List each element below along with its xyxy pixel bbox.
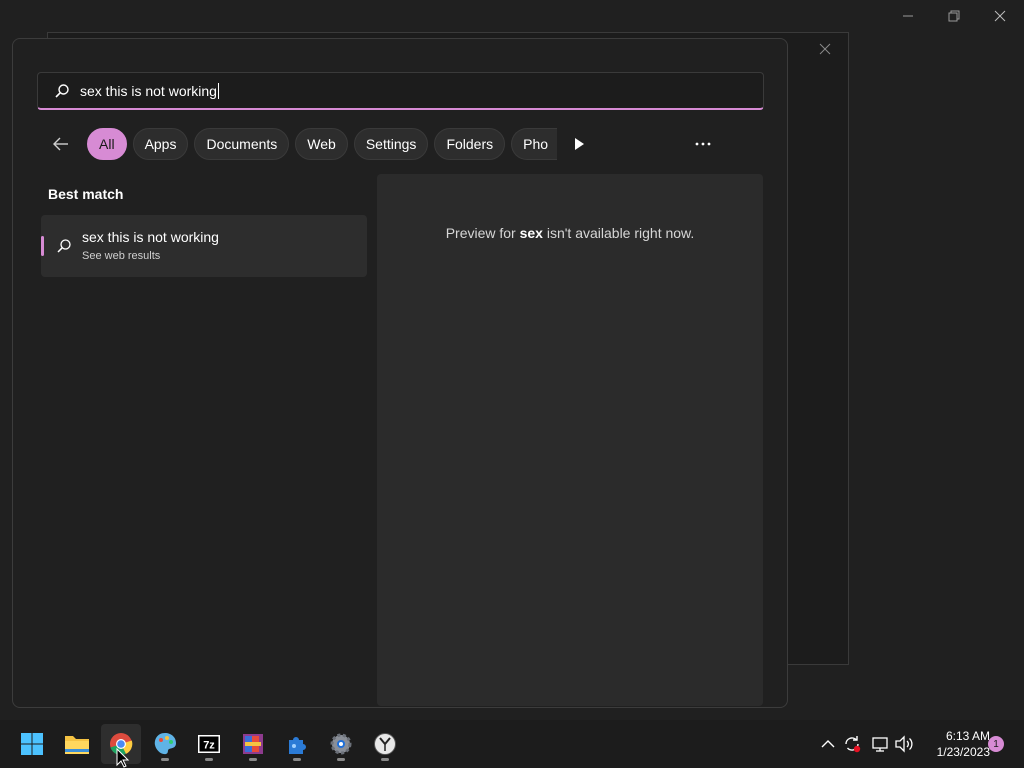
best-match-heading: Best match (48, 186, 124, 202)
settings-button[interactable] (321, 724, 361, 764)
chevron-up-icon (821, 740, 835, 748)
background-close-button[interactable] (816, 40, 834, 58)
gear-icon (330, 733, 352, 755)
preview-term: sex (519, 225, 543, 241)
close-icon (994, 10, 1006, 22)
play-arrow-icon (575, 138, 585, 150)
7z-icon: 7z (198, 735, 220, 753)
taskbar: 7z 6:13 AM 1/23/2023 1 (0, 720, 1024, 768)
svg-text:7z: 7z (203, 740, 215, 752)
clock-time: 6:13 AM (945, 729, 990, 743)
filter-documents[interactable]: Documents (194, 128, 290, 160)
volume-button[interactable] (894, 734, 914, 754)
search-icon (57, 239, 71, 253)
winrar-button[interactable] (233, 724, 273, 764)
more-options-button[interactable] (689, 131, 717, 157)
running-indicator (161, 758, 169, 761)
archive-icon (243, 734, 263, 754)
clock-icon (374, 733, 396, 755)
filter-photos[interactable]: Pho (511, 128, 558, 160)
ellipsis-icon (695, 142, 711, 146)
speaker-icon (895, 735, 913, 753)
start-button[interactable] (12, 724, 52, 764)
back-button[interactable] (45, 128, 77, 160)
result-subtitle: See web results (82, 250, 161, 262)
minimize-icon (903, 15, 913, 17)
7zip-button[interactable]: 7z (189, 724, 229, 764)
best-match-result[interactable]: sex this is not working See web results (41, 215, 367, 277)
filter-folders[interactable]: Folders (434, 128, 506, 160)
restore-icon (948, 10, 960, 22)
close-window-button[interactable] (990, 6, 1010, 26)
network-button[interactable] (870, 734, 890, 754)
search-input[interactable]: sex this is not working (37, 72, 764, 110)
preview-message: Preview for sex isn't available right no… (377, 225, 763, 241)
running-indicator (205, 758, 213, 761)
paint-button[interactable] (145, 724, 185, 764)
clock-date: 1/23/2023 (936, 745, 990, 759)
arrow-left-icon (53, 137, 68, 151)
close-icon (819, 43, 831, 55)
show-hidden-icons-button[interactable] (818, 734, 838, 754)
preview-prefix: Preview for (445, 225, 520, 241)
scroll-filters-button[interactable] (567, 128, 591, 160)
windows-logo-icon (21, 733, 43, 755)
puzzle-icon (289, 737, 306, 754)
running-indicator (381, 758, 389, 761)
minimize-button[interactable] (898, 6, 918, 26)
folder-icon (65, 736, 89, 754)
blue-app-button[interactable] (277, 724, 317, 764)
preview-pane: Preview for sex isn't available right no… (377, 174, 763, 706)
sync-icon (845, 736, 861, 753)
taskbar-clock[interactable]: 6:13 AM 1/23/2023 (920, 728, 990, 760)
filter-settings[interactable]: Settings (353, 128, 429, 160)
search-query-text: sex this is not working (80, 82, 217, 99)
text-caret (217, 82, 219, 99)
file-explorer-button[interactable] (57, 724, 97, 764)
filter-apps[interactable]: Apps (132, 128, 189, 160)
running-indicator (249, 758, 257, 761)
network-icon (872, 737, 888, 752)
notification-badge[interactable]: 1 (988, 736, 1004, 752)
search-panel: sex this is not working All Apps Documen… (12, 38, 788, 708)
running-indicator (293, 758, 301, 761)
filter-all[interactable]: All (87, 128, 127, 160)
filter-bar: All Apps Documents Web Settings Folders … (45, 128, 591, 160)
sync-status-button[interactable] (842, 734, 862, 754)
running-indicator (337, 758, 345, 761)
restore-button[interactable] (944, 6, 964, 26)
search-icon (55, 83, 69, 98)
palette-icon (154, 733, 176, 755)
selection-indicator (41, 236, 44, 256)
preview-suffix: isn't available right now. (542, 225, 695, 241)
result-title: sex this is not working (82, 229, 219, 245)
clock-app-button[interactable] (365, 724, 405, 764)
mouse-pointer-icon (116, 748, 130, 768)
filter-web[interactable]: Web (295, 128, 348, 160)
